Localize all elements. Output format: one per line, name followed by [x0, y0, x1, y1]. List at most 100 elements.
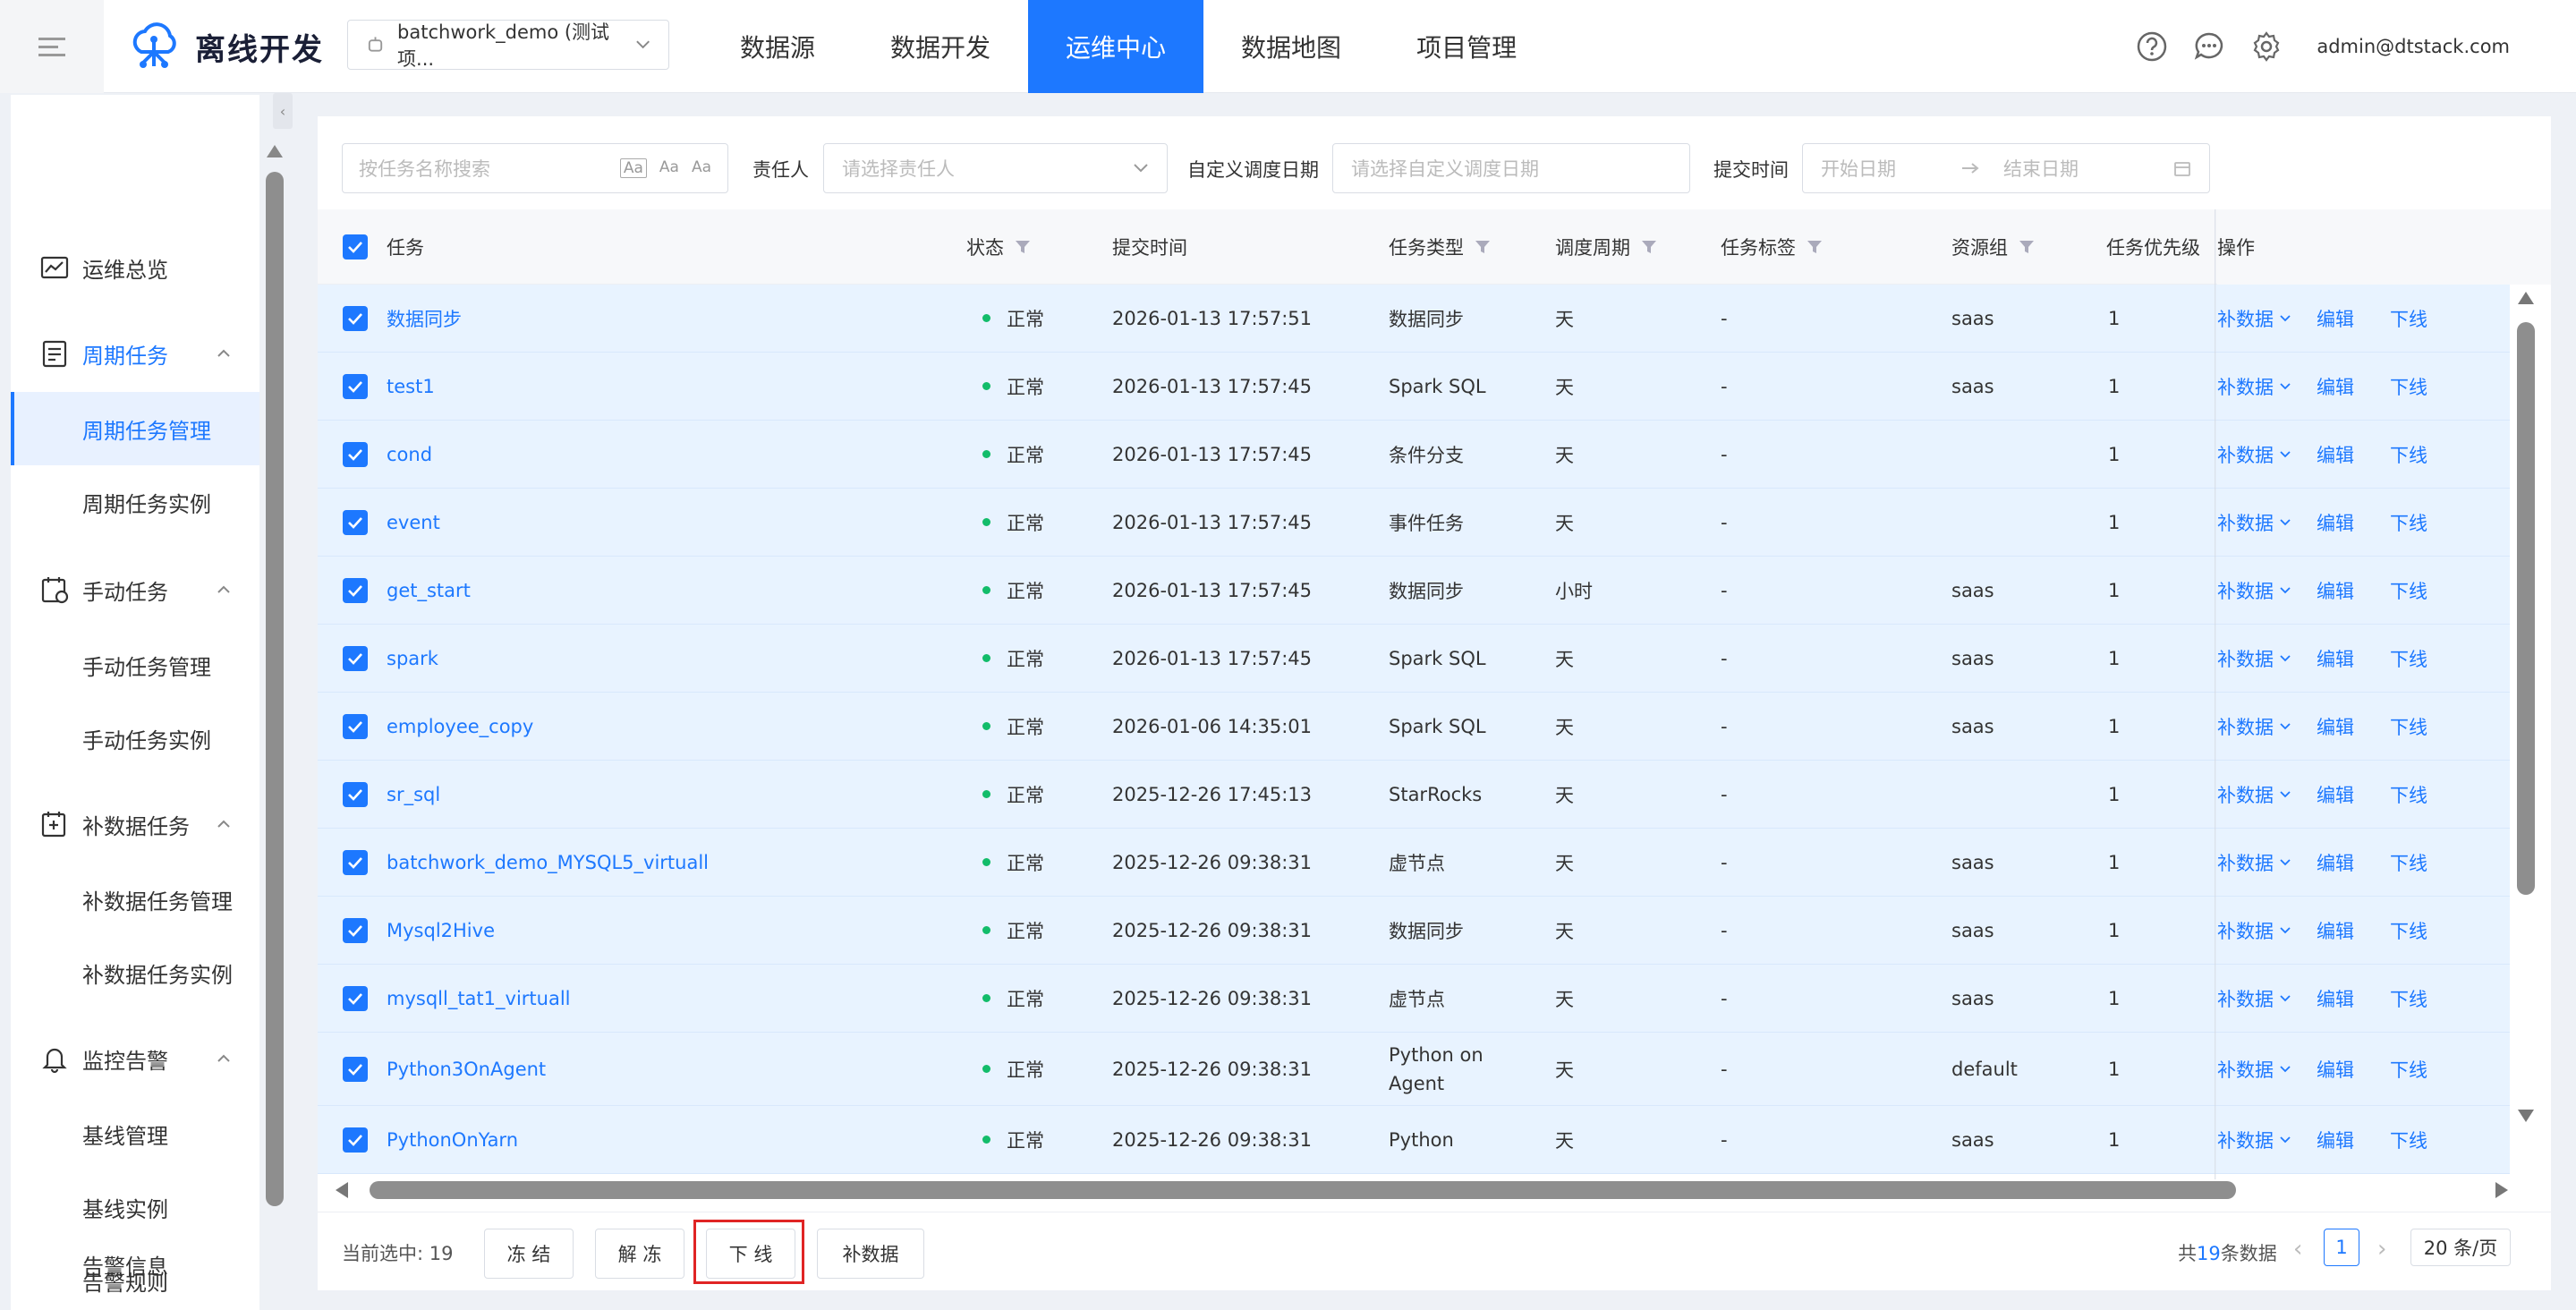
- edit-link[interactable]: 编辑: [2317, 1056, 2354, 1083]
- table-row[interactable]: get_start 正常 2026-01-13 17:57:45 数据同步 小时 - saa…: [318, 557, 2510, 625]
- checkbox-checked[interactable]: [343, 849, 368, 875]
- custom-date-select[interactable]: 请选择自定义调度日期: [1332, 143, 1690, 193]
- sidebar-item-periodic-task-management[interactable]: 周期任务管理: [11, 392, 259, 465]
- row-checkbox[interactable]: [343, 557, 368, 624]
- row-checkbox[interactable]: [343, 761, 368, 828]
- row-checkbox[interactable]: [343, 897, 368, 964]
- column-task-type[interactable]: 任务类型: [1389, 209, 1491, 285]
- patch-data-dropdown[interactable]: 补数据: [2217, 781, 2291, 808]
- next-page-icon[interactable]: ›: [2377, 1236, 2386, 1263]
- task-name-link[interactable]: Mysql2Hive: [387, 897, 495, 964]
- table-row[interactable]: Mysql2Hive 正常 2025-12-26 09:38:31 数据同步 天 - saa…: [318, 897, 2510, 965]
- user-account[interactable]: admin@dtstack.com: [2317, 36, 2510, 57]
- patch-data-dropdown[interactable]: 补数据: [2217, 1056, 2291, 1083]
- sidebar-group-patch-data-task[interactable]: 补数据任务: [11, 787, 259, 861]
- nav-operations[interactable]: 运维中心: [1028, 0, 1204, 93]
- nav-data-map[interactable]: 数据地图: [1203, 0, 1379, 93]
- sidebar-item-manual-task-instance[interactable]: 手动任务实例: [11, 702, 259, 775]
- row-checkbox[interactable]: [343, 421, 368, 488]
- table-row[interactable]: mysqll_tat1_virtuall 正常 2025-12-26 09:38:3…: [318, 965, 2510, 1033]
- edit-link[interactable]: 编辑: [2317, 985, 2354, 1012]
- table-row[interactable]: 数据同步 正常 2026-01-13 17:57:51 数据同步 天 - saas 1 补数据编…: [318, 285, 2510, 353]
- scroll-left-arrow[interactable]: [336, 1182, 348, 1198]
- freeze-button[interactable]: 冻 结: [484, 1229, 574, 1279]
- row-checkbox[interactable]: [343, 1033, 368, 1105]
- column-status[interactable]: 状态: [966, 209, 1031, 285]
- settings-gear-icon[interactable]: [2250, 30, 2283, 63]
- offline-link[interactable]: 下线: [2390, 509, 2427, 536]
- patch-data-dropdown[interactable]: 补数据: [2217, 985, 2291, 1012]
- task-name-link[interactable]: sr_sql: [387, 761, 440, 828]
- nav-project-management[interactable]: 项目管理: [1379, 0, 1554, 93]
- exact-match-icon[interactable]: Aa: [692, 158, 711, 178]
- table-row[interactable]: batchwork_demo_MYSQL5_virtuall 正常 2025-12-…: [318, 829, 2510, 897]
- task-name-link[interactable]: spark: [387, 625, 438, 692]
- edit-link[interactable]: 编辑: [2317, 645, 2354, 672]
- offline-link[interactable]: 下线: [2390, 441, 2427, 468]
- checkbox-checked[interactable]: [343, 985, 368, 1011]
- unfreeze-button[interactable]: 解 冻: [595, 1229, 684, 1279]
- filter-icon[interactable]: [2019, 239, 2035, 255]
- offline-link[interactable]: 下线: [2390, 645, 2427, 672]
- table-scroll-down[interactable]: [2518, 1110, 2534, 1122]
- patch-data-dropdown[interactable]: 补数据: [2217, 917, 2291, 944]
- task-name-link[interactable]: Python3OnAgent: [387, 1033, 546, 1105]
- row-checkbox[interactable]: [343, 625, 368, 692]
- menu-toggle-button[interactable]: [0, 0, 104, 93]
- task-name-link[interactable]: mysqll_tat1_virtuall: [387, 965, 571, 1032]
- whole-word-icon[interactable]: Aa: [659, 158, 679, 178]
- task-name-link[interactable]: PythonOnYarn: [387, 1106, 518, 1173]
- patch-data-dropdown[interactable]: 补数据: [2217, 577, 2291, 604]
- edit-link[interactable]: 编辑: [2317, 373, 2354, 400]
- table-horizontal-scrollbar[interactable]: [327, 1178, 2519, 1203]
- sidebar-collapse-button[interactable]: ‹: [273, 93, 293, 129]
- edit-link[interactable]: 编辑: [2317, 849, 2354, 876]
- checkbox-checked[interactable]: [343, 713, 368, 739]
- edit-link[interactable]: 编辑: [2317, 713, 2354, 740]
- checkbox-checked[interactable]: [343, 645, 368, 671]
- patch-data-dropdown[interactable]: 补数据: [2217, 441, 2291, 468]
- edit-link[interactable]: 编辑: [2317, 577, 2354, 604]
- filter-icon[interactable]: [1015, 239, 1031, 255]
- offline-link[interactable]: 下线: [2390, 305, 2427, 332]
- row-checkbox[interactable]: [343, 1106, 368, 1173]
- column-priority[interactable]: 任务优先级: [2106, 209, 2200, 285]
- offline-link[interactable]: 下线: [2390, 917, 2427, 944]
- edit-link[interactable]: 编辑: [2317, 1127, 2354, 1153]
- edit-link[interactable]: 编辑: [2317, 441, 2354, 468]
- checkbox-checked[interactable]: [343, 781, 368, 807]
- scroll-right-arrow[interactable]: [2495, 1182, 2508, 1198]
- owner-select[interactable]: 请选择责任人: [823, 143, 1168, 193]
- checkbox-checked[interactable]: [343, 1056, 368, 1082]
- checkbox-checked[interactable]: [343, 1127, 368, 1153]
- checkbox-checked[interactable]: [343, 577, 368, 603]
- sidebar-item-alert-info[interactable]: 告警信息: [11, 1228, 259, 1301]
- prev-page-icon[interactable]: ‹: [2293, 1236, 2302, 1263]
- row-checkbox[interactable]: [343, 489, 368, 556]
- edit-link[interactable]: 编辑: [2317, 781, 2354, 808]
- table-row[interactable]: Python3OnAgent 正常 2025-12-26 09:38:31 Pytho…: [318, 1033, 2510, 1106]
- patch-data-dropdown[interactable]: 补数据: [2217, 849, 2291, 876]
- checkbox-checked[interactable]: [343, 305, 368, 331]
- patch-data-dropdown[interactable]: 补数据: [2217, 713, 2291, 740]
- sidebar-item-patch-task-instance[interactable]: 补数据任务实例: [11, 936, 259, 1009]
- select-all-checkbox[interactable]: [343, 209, 368, 285]
- row-checkbox[interactable]: [343, 353, 368, 420]
- sidebar-group-overview[interactable]: 运维总览: [11, 231, 259, 304]
- checkbox-checked[interactable]: [343, 509, 368, 535]
- sidebar-scrollbar[interactable]: [266, 172, 284, 1206]
- offline-link[interactable]: 下线: [2390, 849, 2427, 876]
- table-row[interactable]: test1 正常 2026-01-13 17:57:45 Spark SQL 天 - saa…: [318, 353, 2510, 421]
- edit-link[interactable]: 编辑: [2317, 509, 2354, 536]
- offline-link[interactable]: 下线: [2390, 373, 2427, 400]
- row-checkbox[interactable]: [343, 965, 368, 1032]
- row-checkbox[interactable]: [343, 829, 368, 896]
- submit-date-range[interactable]: 开始日期 结束日期: [1802, 143, 2210, 193]
- checkbox-checked[interactable]: [343, 917, 368, 943]
- case-sensitive-icon[interactable]: Aa: [619, 158, 647, 178]
- sidebar-item-manual-task-management[interactable]: 手动任务管理: [11, 628, 259, 702]
- column-resource-group[interactable]: 资源组: [1951, 209, 2035, 285]
- sidebar-item-patch-task-management[interactable]: 补数据任务管理: [11, 863, 259, 936]
- patch-data-dropdown[interactable]: 补数据: [2217, 509, 2291, 536]
- offline-link[interactable]: 下线: [2390, 1056, 2427, 1083]
